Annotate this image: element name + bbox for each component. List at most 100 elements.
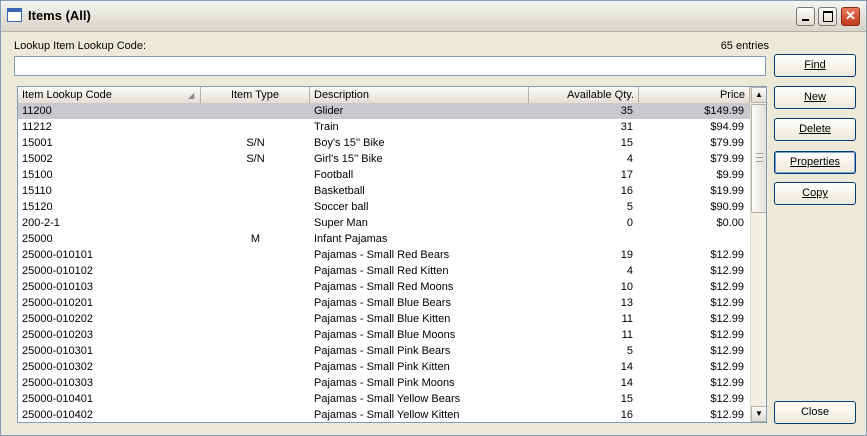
- grid-header: Item Lookup Code ◢ Item Type Description…: [18, 87, 750, 104]
- cell-item-type: [201, 359, 310, 375]
- table-row[interactable]: 15120 Soccer ball 5 $90.99: [18, 199, 750, 215]
- cell-item-lookup-code: 11200: [22, 105, 52, 117]
- cell-item-type: [201, 327, 310, 343]
- column-header-description[interactable]: Description: [310, 87, 529, 103]
- cell-item-type: [201, 375, 310, 391]
- cell-item-lookup-code: 25000-010402: [22, 409, 93, 421]
- cell-price: $149.99: [704, 105, 744, 117]
- cell-price: $12.99: [710, 281, 744, 293]
- cell-item-type: S/N: [246, 153, 265, 165]
- grip-icon: [756, 153, 763, 162]
- table-row[interactable]: 200-2-1 Super Man 0 $0.00: [18, 215, 750, 231]
- cell-available-qty: 14: [620, 361, 633, 373]
- table-row[interactable]: 15100 Football 17 $9.99: [18, 167, 750, 183]
- cell-item-lookup-code: 25000-010101: [22, 249, 93, 261]
- column-header-price[interactable]: Price: [639, 87, 750, 103]
- cell-available-qty: 17: [620, 169, 633, 181]
- cell-price: $12.99: [710, 329, 744, 341]
- cell-item-type: [201, 407, 310, 422]
- column-header-available-qty[interactable]: Available Qty.: [529, 87, 639, 103]
- delete-button[interactable]: Delete: [774, 118, 856, 141]
- cell-item-lookup-code: 15100: [22, 169, 53, 181]
- table-row[interactable]: 25000-010101 Pajamas - Small Red Bears 19 $…: [18, 247, 750, 263]
- column-header-item-lookup-code[interactable]: Item Lookup Code: [18, 87, 201, 103]
- table-row[interactable]: 15001 S/N Boy's 15'' Bike 15 $79.99: [18, 135, 750, 151]
- table-row[interactable]: 25000-010201 Pajamas - Small Blue Bears 13…: [18, 295, 750, 311]
- cell-available-qty: 5: [626, 345, 633, 357]
- cell-available-qty: 4: [626, 153, 633, 165]
- window-title: Items (All): [28, 8, 91, 23]
- cell-item-lookup-code: 25000-010201: [22, 297, 93, 309]
- cell-description: Pajamas - Small Yellow Bears: [314, 393, 461, 405]
- close-icon[interactable]: ✕: [841, 7, 860, 26]
- title-bar[interactable]: Items (All) ✕: [1, 1, 866, 32]
- table-row[interactable]: 25000-010103 Pajamas - Small Red Moons 10 $…: [18, 279, 750, 295]
- cell-description: Girl's 15'' Bike: [314, 153, 383, 165]
- minimize-icon[interactable]: [796, 7, 815, 26]
- find-button[interactable]: Find: [774, 54, 856, 77]
- table-row[interactable]: 25000-010203 Pajamas - Small Blue Moons 11…: [18, 327, 750, 343]
- cell-item-lookup-code: 15110: [22, 185, 52, 197]
- vertical-scrollbar[interactable]: ▲ ▼: [750, 87, 766, 422]
- new-button[interactable]: New: [774, 86, 856, 109]
- cell-item-type: [201, 343, 310, 359]
- table-row[interactable]: 15002 S/N Girl's 15'' Bike 4 $79.99: [18, 151, 750, 167]
- table-row[interactable]: 25000-010302 Pajamas - Small Pink Kitten 1…: [18, 359, 750, 375]
- cell-item-lookup-code: 15120: [22, 201, 53, 213]
- cell-available-qty: 15: [620, 393, 633, 405]
- cell-price: $12.99: [710, 265, 744, 277]
- table-row[interactable]: 11212 Train 31 $94.99: [18, 119, 750, 135]
- cell-description: Pajamas - Small Red Moons: [314, 281, 454, 293]
- items-grid[interactable]: Item Lookup Code ◢ Item Type Description…: [17, 86, 767, 423]
- cell-description: Pajamas - Small Blue Kitten: [314, 313, 451, 325]
- table-row[interactable]: 25000-010102 Pajamas - Small Red Kitten 4 $…: [18, 263, 750, 279]
- cell-item-type: M: [250, 233, 261, 245]
- cell-item-type: [201, 263, 310, 279]
- cell-item-type: [201, 215, 310, 231]
- table-row[interactable]: 25000-010402 Pajamas - Small Yellow Kitte…: [18, 407, 750, 422]
- cell-item-type: [201, 167, 310, 183]
- cell-item-lookup-code: 15002: [22, 153, 53, 165]
- lookup-input[interactable]: [14, 56, 766, 76]
- cell-price: $0.00: [716, 217, 744, 229]
- cell-description: Train: [314, 121, 339, 133]
- table-row[interactable]: 25000 M Infant Pajamas: [18, 231, 750, 247]
- cell-price: $9.99: [716, 169, 744, 181]
- cell-available-qty: [529, 231, 639, 247]
- table-row[interactable]: 25000-010401 Pajamas - Small Yellow Bears…: [18, 391, 750, 407]
- column-header-item-type[interactable]: Item Type: [201, 87, 310, 103]
- lookup-label: Lookup Item Lookup Code:: [14, 40, 147, 52]
- cell-available-qty: 13: [620, 297, 633, 309]
- cell-available-qty: 16: [620, 409, 633, 421]
- cell-item-type: [201, 103, 310, 119]
- arrow-down-icon[interactable]: ▼: [751, 406, 766, 422]
- cell-item-lookup-code: 25000-010203: [22, 329, 93, 341]
- items-window: Items (All) ✕ Lookup Item Lookup Code: 6…: [0, 0, 867, 436]
- cell-available-qty: 4: [626, 265, 633, 277]
- copy-button[interactable]: Copy: [774, 182, 856, 205]
- table-row[interactable]: 25000-010202 Pajamas - Small Blue Kitten 1…: [18, 311, 750, 327]
- close-button[interactable]: Close: [774, 401, 856, 424]
- cell-available-qty: 14: [620, 377, 633, 389]
- table-row[interactable]: 15110 Basketball 16 $19.99: [18, 183, 750, 199]
- cell-available-qty: 11: [621, 313, 633, 325]
- table-row[interactable]: 11200 Glider 35 $149.99: [18, 103, 750, 119]
- cell-price: $12.99: [710, 313, 744, 325]
- scrollbar-thumb[interactable]: [751, 104, 766, 213]
- cell-available-qty: 5: [626, 201, 633, 213]
- cell-item-type: [201, 119, 310, 135]
- window-icon: [7, 8, 22, 22]
- cell-item-type: [201, 247, 310, 263]
- cell-description: Super Man: [314, 217, 368, 229]
- arrow-up-icon[interactable]: ▲: [751, 87, 766, 103]
- table-row[interactable]: 25000-010301 Pajamas - Small Pink Bears 5 $…: [18, 343, 750, 359]
- maximize-icon[interactable]: [818, 7, 837, 26]
- properties-button[interactable]: Properties: [774, 151, 856, 174]
- cell-item-lookup-code: 25000-010202: [22, 313, 93, 325]
- table-row[interactable]: 25000-010303 Pajamas - Small Pink Moons 14…: [18, 375, 750, 391]
- cell-price: $12.99: [710, 409, 744, 421]
- cell-description: Basketball: [314, 185, 365, 197]
- cell-description: Pajamas - Small Red Bears: [314, 249, 450, 261]
- cell-price: $19.99: [710, 185, 744, 197]
- cell-item-lookup-code: 200-2-1: [22, 217, 60, 229]
